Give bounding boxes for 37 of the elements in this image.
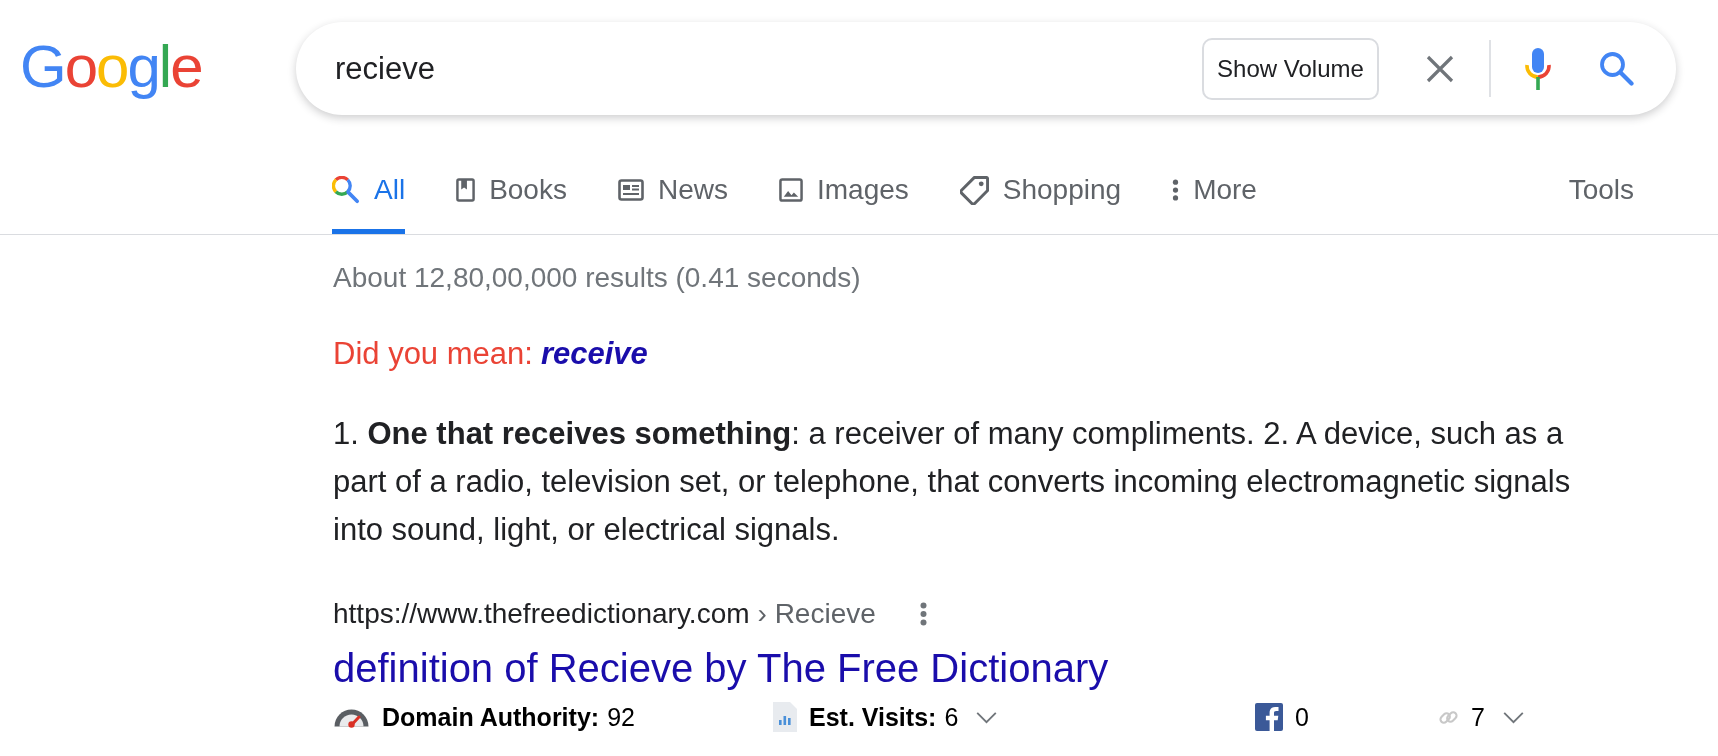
logo[interactable]: Google xyxy=(20,36,202,101)
metric-value: 7 xyxy=(1471,702,1485,733)
metric-value: 6 xyxy=(944,702,959,733)
tag-icon xyxy=(959,175,989,205)
breadcrumb: › Recieve xyxy=(757,597,876,631)
result-title-link[interactable]: definition of Recieve by The Free Dictionary xyxy=(333,644,1109,692)
metric-label: Est. Visits: xyxy=(809,702,937,733)
search-input[interactable]: recieve xyxy=(335,46,1202,91)
tab[interactable]: Books xyxy=(456,172,567,234)
more-options-icon[interactable] xyxy=(919,602,927,626)
definition-text: 1. One that receives something: a receiver of many compliments. 2. A device, such as a part of a radio, television set, or telephone, that converts incoming electromagnetic signals into sound, light, or electrical signals. xyxy=(333,415,1572,549)
chevron-down-icon[interactable] xyxy=(975,710,999,724)
clear-icon[interactable] xyxy=(1426,54,1454,83)
facebook-icon xyxy=(1255,703,1283,731)
did-you-mean-label: Did you mean: xyxy=(333,336,533,371)
tools-button[interactable]: Tools xyxy=(1568,172,1634,208)
tab[interactable]: More xyxy=(1172,172,1257,234)
metric-value: 0 xyxy=(1295,702,1309,733)
search-icon xyxy=(332,176,360,204)
metric-label: Domain Authority: xyxy=(382,702,600,733)
book-icon xyxy=(456,178,476,202)
suggestion-link[interactable]: receive xyxy=(540,336,648,371)
metric-value: 92 xyxy=(607,702,635,733)
search-icon[interactable] xyxy=(1599,51,1634,86)
bar-chart-page-icon xyxy=(773,702,797,732)
result-stats: About 12,80,00,000 results (0.41 seconds) xyxy=(333,261,861,295)
vertical-dots-icon xyxy=(1172,178,1180,202)
image-icon xyxy=(778,178,803,202)
tab[interactable]: Images xyxy=(778,172,909,234)
tab[interactable]: News xyxy=(617,172,728,234)
tab[interactable]: All xyxy=(332,172,406,234)
microphone-icon[interactable] xyxy=(1524,47,1552,90)
tab[interactable]: Shopping xyxy=(959,172,1122,234)
result-url: https://www.thefreedictionary.com xyxy=(333,597,750,631)
show-volume-button[interactable]: Show Volume xyxy=(1202,37,1379,100)
newspaper-icon xyxy=(617,179,644,201)
chevron-down-icon[interactable] xyxy=(1501,710,1525,724)
